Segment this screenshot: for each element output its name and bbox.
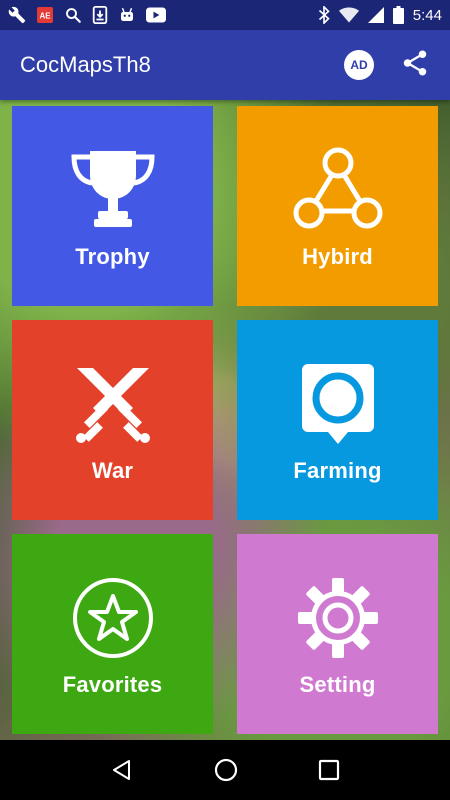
search-icon: [64, 6, 82, 24]
notification-icons: AE: [8, 6, 166, 24]
status-time: 5:44: [412, 6, 442, 24]
trophy-icon: [68, 143, 158, 238]
war-tile[interactable]: War: [12, 320, 213, 520]
signal-icon: [367, 7, 384, 23]
system-icons: 5:44: [318, 6, 442, 24]
star-icon: [71, 571, 155, 666]
trophy-label: Trophy: [75, 243, 150, 269]
svg-text:AE: AE: [39, 12, 51, 21]
app-title: CocMapsTh8: [20, 52, 151, 77]
map-pin-icon: [300, 357, 376, 452]
hybird-label: Hybird: [302, 243, 373, 269]
back-icon[interactable]: [110, 758, 134, 782]
battery-icon: [392, 6, 404, 24]
bluetooth-icon: [318, 6, 330, 24]
share-icon[interactable]: [400, 48, 430, 83]
wrench-icon: [8, 6, 26, 24]
ad-button[interactable]: AD: [344, 50, 374, 80]
favorites-tile[interactable]: Favorites: [12, 534, 213, 734]
crossed-swords-icon: [69, 357, 157, 452]
farming-label: Farming: [293, 457, 382, 483]
menu-grid: Trophy Hybird War Farming Favorites Sett…: [0, 100, 450, 740]
app-bar: CocMapsTh8 AD: [0, 30, 450, 100]
wifi-icon: [338, 7, 359, 23]
setting-tile[interactable]: Setting: [237, 534, 438, 734]
home-icon[interactable]: [213, 757, 239, 783]
youtube-icon: [146, 7, 166, 23]
setting-label: Setting: [299, 671, 376, 697]
android-icon: [118, 6, 136, 24]
app-actions: AD: [344, 48, 430, 83]
favorites-label: Favorites: [62, 671, 163, 697]
app-notification-icon: AE: [36, 6, 54, 24]
status-bar: AE 5:44: [0, 0, 450, 30]
war-label: War: [91, 457, 134, 483]
hybrid-network-icon: [292, 143, 384, 238]
farming-tile[interactable]: Farming: [237, 320, 438, 520]
navigation-bar: [0, 740, 450, 800]
trophy-tile[interactable]: Trophy: [12, 106, 213, 306]
hybird-tile[interactable]: Hybird: [237, 106, 438, 306]
gear-icon: [296, 571, 380, 666]
recents-icon[interactable]: [318, 759, 340, 781]
download-icon: [92, 6, 108, 24]
